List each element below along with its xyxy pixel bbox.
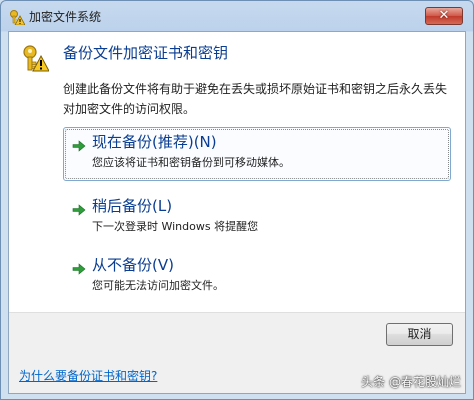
key-lock-warning-icon [9, 9, 26, 26]
footer-separator [9, 312, 465, 313]
option-backup-now[interactable]: 现在备份(推荐)(N) 您应该将证书和密钥备份到可移动媒体。 [63, 127, 451, 181]
dialog-window: 加密文件系统 ✕ 备份文件加密证书和密钥 创建此备份文件将有助于避免在丢失或损坏 [0, 0, 474, 400]
option-description: 下一次登录时 Windows 将提醒您 [92, 220, 259, 233]
cancel-button[interactable]: 取消 [386, 323, 453, 346]
option-title: 现在备份(推荐)(N) [92, 133, 217, 151]
close-button[interactable]: ✕ [425, 7, 463, 25]
green-arrow-icon [72, 261, 86, 275]
key-lock-warning-icon [21, 44, 50, 72]
green-arrow-icon [72, 202, 86, 216]
dialog-content: 备份文件加密证书和密钥 创建此备份文件将有助于避免在丢失或损坏原始证书和密钥之后… [9, 32, 465, 312]
green-arrow-icon [72, 138, 86, 152]
title-bar[interactable]: 加密文件系统 ✕ [1, 1, 473, 31]
option-backup-later[interactable]: 稍后备份(L) 下一次登录时 Windows 将提醒您 [63, 191, 451, 245]
help-link[interactable]: 为什么要备份证书和密钥? [19, 368, 157, 384]
dialog-client: 备份文件加密证书和密钥 创建此备份文件将有助于避免在丢失或损坏原始证书和密钥之后… [8, 31, 466, 394]
option-title: 从不备份(V) [92, 256, 174, 274]
window-title: 加密文件系统 [29, 10, 102, 24]
option-title: 稍后备份(L) [92, 197, 173, 215]
watermark-text: 头条 @春花股灿烂 [361, 375, 461, 389]
dialog-description: 创建此备份文件将有助于避免在丢失或损坏原始证书和密钥之后永久丢失对加密文件的访问… [63, 82, 448, 116]
option-description: 您应该将证书和密钥备份到可移动媒体。 [92, 156, 290, 169]
close-icon: ✕ [438, 8, 450, 23]
dialog-heading: 备份文件加密证书和密钥 [63, 44, 229, 62]
option-description: 您可能无法访问加密文件。 [92, 279, 224, 292]
option-never-backup[interactable]: 从不备份(V) 您可能无法访问加密文件。 [63, 250, 451, 304]
